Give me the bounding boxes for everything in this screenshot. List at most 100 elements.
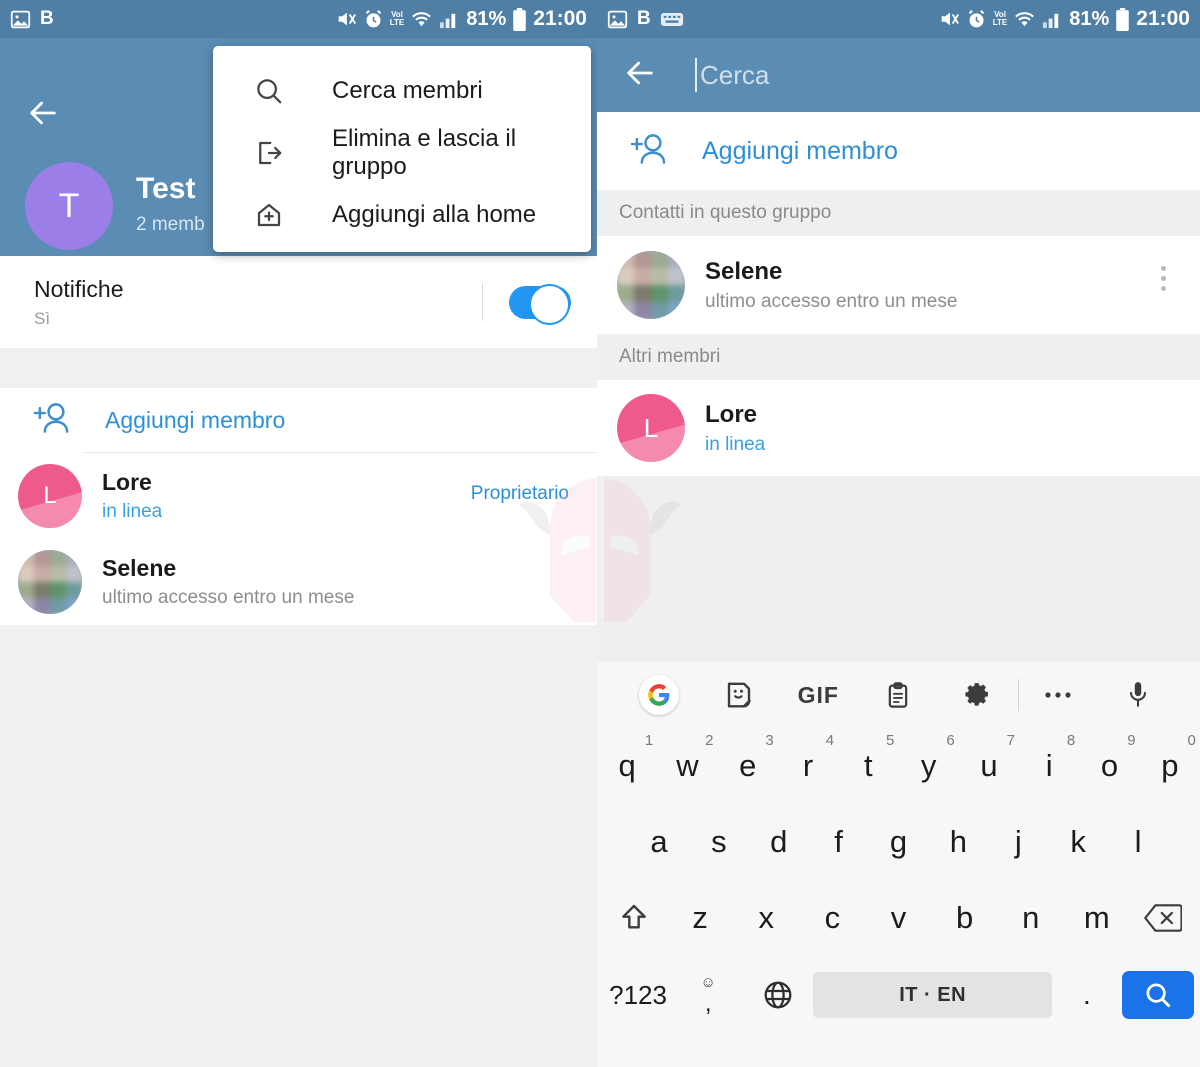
add-to-home-icon [253,199,285,231]
avatar: L [18,464,82,528]
add-member-button[interactable]: Aggiungi membro [0,388,597,452]
key-b[interactable]: b [932,900,998,936]
key-a[interactable]: a [629,824,689,860]
gif-icon[interactable]: GIF [778,682,858,709]
mute-icon [335,8,357,30]
menu-item-label: Aggiungi alla home [332,201,537,228]
key-o[interactable]: 9o [1079,732,1139,784]
keyboard-row-3: z x c v b n m [597,880,1200,956]
clipboard-icon[interactable] [858,681,938,709]
avatar [617,251,685,319]
add-member-label: Aggiungi membro [105,406,286,433]
settings-gear-icon[interactable] [938,681,1018,709]
member-name: Lore [102,469,152,495]
member-status: ultimo accesso entro un mese [102,587,355,608]
key-u[interactable]: 7u [959,732,1019,784]
key-n[interactable]: n [998,900,1064,936]
more-horizontal-icon[interactable] [1019,690,1099,700]
table-row[interactable]: Selene ultimo accesso entro un mese [0,539,597,625]
emoji-comma-key[interactable]: ☺, [673,975,743,1016]
key-x[interactable]: x [733,900,799,936]
key-m[interactable]: m [1064,900,1130,936]
left-status-bar: B Vol LTE 81% 21:00 [0,0,597,38]
key-e[interactable]: 3e [718,732,778,784]
key-k[interactable]: k [1048,824,1108,860]
notifications-row[interactable]: Notifiche Sì [0,256,597,348]
key-q[interactable]: 1q [597,732,657,784]
search-icon [253,75,285,107]
key-v[interactable]: v [865,900,931,936]
notifications-card: Notifiche Sì [0,256,597,348]
contact-name: Lore [705,400,758,428]
battery-icon [1115,7,1130,31]
more-vertical-icon[interactable] [1161,266,1166,291]
symbols-key[interactable]: ?123 [603,980,673,1011]
mute-icon [938,8,960,30]
battery-icon [512,7,527,31]
notifications-toggle[interactable] [509,283,571,325]
back-arrow-icon[interactable] [623,56,657,95]
key-i[interactable]: 8i [1019,732,1079,784]
add-member-button[interactable]: Aggiungi membro [597,112,1200,190]
backspace-icon[interactable] [1130,904,1196,932]
search-input[interactable]: Cerca [695,58,769,92]
key-w[interactable]: 2w [657,732,717,784]
key-d[interactable]: d [749,824,809,860]
contact-name: Selene [705,257,783,285]
notifications-value: Sì [34,308,51,328]
key-t[interactable]: 5t [838,732,898,784]
text-caret [695,58,697,92]
volte-icon: Vol LTE [992,10,1008,27]
group-members-count: 2 memb [136,214,205,235]
key-j[interactable]: j [988,824,1048,860]
spacebar[interactable]: IT · EN [813,972,1052,1018]
key-g[interactable]: g [869,824,929,860]
group-name: Test [136,172,196,205]
key-p[interactable]: 0p [1140,732,1200,784]
shift-icon[interactable] [601,902,667,934]
menu-item-add-to-home[interactable]: Aggiungi alla home [213,184,591,246]
menu-item-delete-and-leave-group[interactable]: Elimina e lascia il gruppo [213,122,591,184]
microphone-icon[interactable] [1098,680,1178,710]
overflow-menu[interactable]: Cerca membri Elimina e lascia il gruppo … [213,46,591,252]
back-arrow-icon[interactable] [26,96,60,130]
key-f[interactable]: f [809,824,869,860]
key-r[interactable]: 4r [778,732,838,784]
key-c[interactable]: c [799,900,865,936]
key-l[interactable]: l [1108,824,1168,860]
keyboard-row-4: ?123 ☺, IT · EN . [597,956,1200,1034]
key-h[interactable]: h [928,824,988,860]
table-row[interactable]: L Lore in linea Proprietario [0,453,597,539]
right-status-bar: B Vol LTE 81% 21:00 [597,0,1200,38]
alarm-icon [966,9,987,30]
clock-time: 21:00 [533,7,587,30]
google-icon[interactable] [619,675,699,715]
list-item[interactable]: Selene ultimo accesso entro un mese [597,236,1200,334]
section-header-contacts: Contatti in questo gruppo [597,190,1200,236]
contacts-section: Selene ultimo accesso entro un mese [597,236,1200,334]
key-z[interactable]: z [667,900,733,936]
group-avatar[interactable]: T [25,162,113,250]
volte-icon: Vol LTE [389,10,405,27]
key-s[interactable]: s [689,824,749,860]
sticker-icon[interactable] [699,680,779,710]
members-card: Aggiungi membro L Lore in linea Propriet… [0,388,597,625]
contact-status: ultimo accesso entro un mese [705,290,958,312]
avatar: L [617,394,685,462]
screenshot-root: B Vol LTE 81% 21:00 T Test 2 memb Notifi… [0,0,1200,1067]
list-item[interactable]: L Lore in linea [597,380,1200,476]
divider [482,283,483,321]
image-icon [10,9,31,30]
keyboard-row-2: a s d f g h j k l [597,804,1200,880]
menu-item-search-members[interactable]: Cerca membri [213,60,591,122]
alarm-icon [363,9,384,30]
search-enter-key[interactable] [1122,971,1195,1019]
member-name: Selene [102,555,177,581]
period-key[interactable]: . [1052,979,1122,1011]
signal-icon [439,10,460,29]
status-right-icons: Vol LTE 81% 21:00 [938,7,1190,31]
menu-item-label: Elimina e lascia il gruppo [332,125,517,180]
member-status: in linea [102,501,163,522]
key-y[interactable]: 6y [899,732,959,784]
globe-icon[interactable] [743,979,813,1011]
